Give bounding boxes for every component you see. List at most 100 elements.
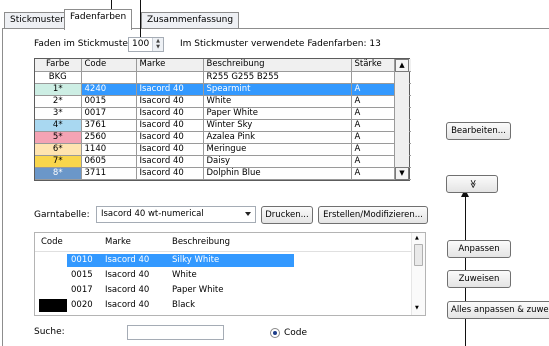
cell-staerke: A [351, 143, 396, 156]
color-swatch [39, 269, 67, 282]
scroll-up-icon[interactable]: ▲ [415, 235, 419, 241]
adjust-assign-all-button[interactable]: Alles anpassen & zuweisen [447, 301, 549, 319]
tab-label: Zusammenfassung [147, 15, 234, 25]
assign-button[interactable]: Zuweisen [447, 270, 511, 288]
cell-beschreibung: Paper White [172, 285, 224, 295]
cell-marke: Isacord 40 [136, 119, 204, 132]
table-row[interactable]: 4* 3761 Isacord 40 Winter Sky A [35, 119, 411, 132]
cell-staerke: A [351, 155, 396, 168]
table-row[interactable]: 1* 4240 Isacord 40 Spearmint A [35, 83, 411, 96]
used-colors-label: Im Stickmuster verwendete Fadenfarben: 1… [180, 39, 381, 49]
cell-beschreibung: Winter Sky [203, 119, 352, 132]
cell-farbe: 3* [35, 107, 82, 120]
list-header: Code Marke Beschreibung [35, 233, 411, 252]
cell-code: 0020 [71, 300, 93, 310]
cell-farbe: 7* [35, 155, 82, 168]
dropdown-arrow-icon [245, 212, 251, 216]
table-row[interactable]: 2* 0015 Isacord 40 White A [35, 95, 411, 108]
cell-marke: Isacord 40 [136, 155, 204, 168]
table-row[interactable]: 6* 1140 Isacord 40 Meringue A [35, 143, 411, 156]
cell-marke: Isacord 40 [136, 107, 204, 120]
scroll-down-icon[interactable]: ▼ [395, 166, 409, 180]
list-scrollbar[interactable]: ▲ ▼ [411, 233, 425, 315]
cell-beschreibung: Paper White [203, 107, 352, 120]
edit-button[interactable]: Bearbeiten... [446, 122, 511, 140]
list-col-beschreibung[interactable]: Beschreibung [172, 237, 230, 247]
cell-farbe: 4* [35, 119, 82, 132]
search-input[interactable] [127, 325, 224, 340]
cell-beschreibung: White [203, 95, 352, 108]
cell-farbe: 2* [35, 95, 82, 108]
cell-farbe: 5* [35, 131, 82, 144]
cell-staerke: A [351, 131, 396, 144]
print-button[interactable]: Drucken... [261, 206, 313, 224]
scroll-down-icon[interactable]: ▼ [415, 305, 419, 311]
cell-staerke [351, 71, 396, 84]
col-code[interactable]: Code [81, 59, 137, 72]
thread-count-label: Faden im Stickmuster: [34, 39, 135, 49]
cell-code [81, 71, 137, 84]
cell-marke: Isacord 40 [136, 83, 204, 96]
spinner-buttons[interactable]: ▲ ▼ [152, 38, 163, 51]
cell-beschreibung: Silky White [172, 255, 220, 265]
list-item[interactable]: 0015 Isacord 40 White [35, 269, 411, 282]
cell-beschreibung: R255 G255 B255 [203, 71, 352, 84]
create-modify-button[interactable]: Erstellen/Modifizieren... [318, 206, 428, 224]
col-marke[interactable]: Marke [136, 59, 204, 72]
scroll-thumb[interactable] [414, 244, 423, 266]
cell-staerke: A [351, 83, 396, 96]
expand-button[interactable]: ≫ [446, 175, 498, 193]
list-item[interactable]: 0017 Isacord 40 Paper White [35, 284, 411, 297]
cell-code: 2560 [81, 131, 137, 144]
table-row[interactable]: 8* 3711 Isacord 40 Dolphin Blue A [35, 167, 411, 180]
list-item[interactable]: 0010 Isacord 40 Silky White [35, 254, 411, 267]
col-beschreibung[interactable]: Beschreibung [203, 59, 352, 72]
cell-marke: Isacord 40 [105, 255, 150, 265]
cell-code: 0010 [71, 255, 93, 265]
cell-staerke: A [351, 107, 396, 120]
cell-beschreibung: Dolphin Blue [203, 167, 352, 180]
double-chevron-down-icon: ≫ [467, 179, 477, 189]
table-row[interactable]: 7* 0605 Isacord 40 Daisy A [35, 155, 411, 168]
adjust-button[interactable]: Anpassen [447, 240, 511, 258]
tab-label: Stickmuster [10, 15, 64, 25]
cell-staerke: A [351, 119, 396, 132]
cell-staerke: A [351, 167, 396, 180]
tab-stickmuster[interactable]: Stickmuster [4, 12, 70, 29]
list-col-marke[interactable]: Marke [105, 237, 131, 247]
cell-code: 0017 [81, 107, 137, 120]
code-radio[interactable] [270, 328, 280, 338]
spin-down-icon[interactable]: ▼ [153, 44, 163, 50]
tab-fadenfarben[interactable]: Fadenfarben [64, 9, 133, 30]
cell-beschreibung: Daisy [203, 155, 352, 168]
cell-farbe: BKG [35, 71, 82, 84]
grid-scrollbar[interactable]: ▲ ▼ [394, 59, 409, 180]
cell-marke [136, 71, 204, 84]
thread-color-grid[interactable]: Farbe Code Marke Beschreibung Stärke BKG… [34, 58, 411, 181]
table-row[interactable]: BKG R255 G255 B255 [35, 71, 411, 84]
col-farbe[interactable]: Farbe [35, 59, 82, 72]
cell-code: 3711 [81, 167, 137, 180]
cell-marke: Isacord 40 [105, 285, 150, 295]
table-row[interactable]: 5* 2560 Isacord 40 Azalea Pink A [35, 131, 411, 144]
tab-zusammenfassung[interactable]: Zusammenfassung [141, 12, 240, 29]
cell-beschreibung: Spearmint [203, 83, 352, 96]
code-radio-label: Code [284, 328, 308, 338]
col-staerke[interactable]: Stärke [351, 59, 396, 72]
thread-table-select[interactable]: Isacord 40 wt-numerical [96, 206, 256, 223]
thread-list[interactable]: Code Marke Beschreibung 0010 Isacord 40 Si… [34, 232, 426, 316]
color-swatch [39, 284, 67, 297]
table-row[interactable]: 3* 0017 Isacord 40 Paper White A [35, 107, 411, 120]
color-swatch [39, 254, 67, 267]
list-item[interactable]: 0020 Isacord 40 Black [35, 299, 411, 312]
thread-count-spinner[interactable]: 100 ▲ ▼ [128, 37, 164, 52]
color-swatch [39, 299, 67, 312]
cell-farbe: 1* [35, 83, 82, 96]
cell-marke: Isacord 40 [136, 167, 204, 180]
cell-farbe: 6* [35, 143, 82, 156]
list-col-code[interactable]: Code [41, 237, 63, 247]
scroll-up-icon[interactable]: ▲ [395, 59, 409, 72]
cell-code: 4240 [81, 83, 137, 96]
cell-marke: Isacord 40 [105, 300, 150, 310]
cell-marke: Isacord 40 [136, 95, 204, 108]
